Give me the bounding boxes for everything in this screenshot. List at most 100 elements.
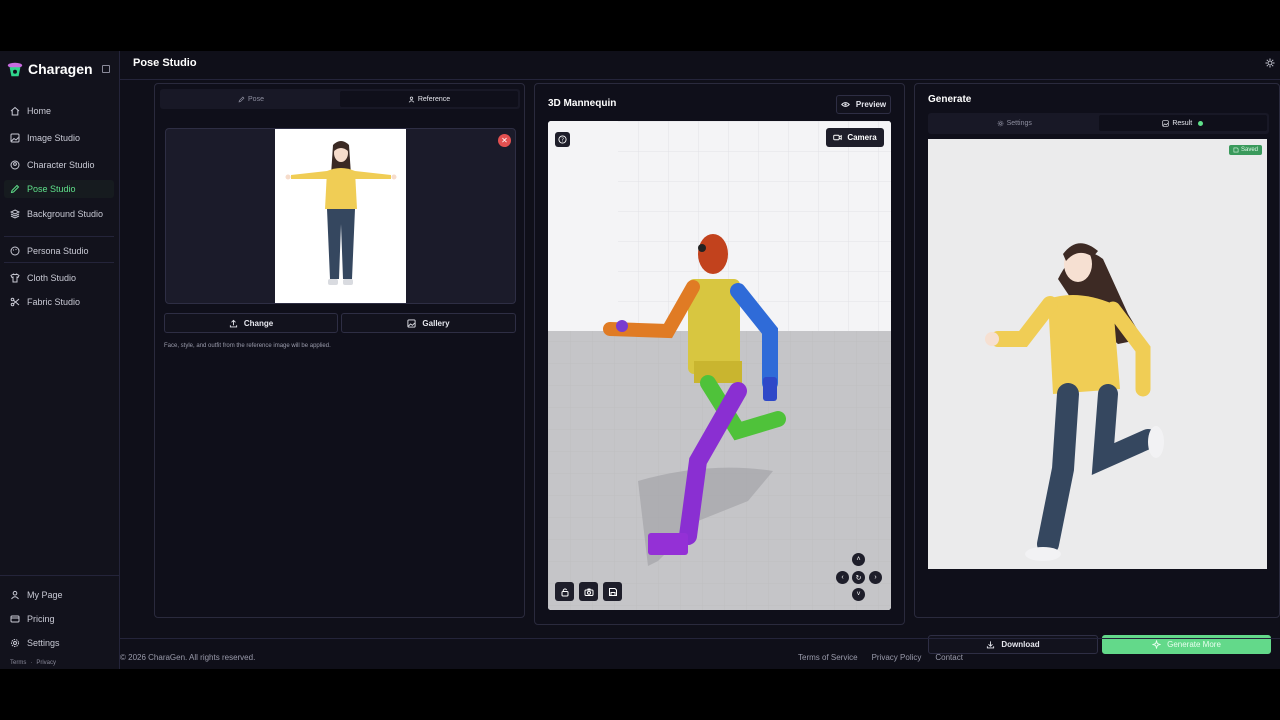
gallery-button[interactable]: Gallery	[341, 313, 516, 333]
reference-character-drawing	[285, 141, 397, 285]
tab-pose[interactable]: Pose	[162, 91, 340, 107]
footer-links: Terms of Service Privacy Policy Contact	[798, 653, 963, 662]
result-character-drawing	[928, 139, 1267, 569]
tab-result[interactable]: Result	[1098, 115, 1267, 131]
result-ready-dot	[1198, 120, 1204, 126]
reference-panel: Pose Reference ✕ Change Gallery Face, st…	[154, 83, 525, 618]
pose-reference-tabs: Pose Reference	[160, 89, 520, 109]
sidebar-item-image-studio[interactable]: Image Studio	[4, 129, 114, 147]
svg-text:?: ?	[561, 138, 564, 144]
chevron-down-icon[interactable]: ˅	[852, 588, 865, 601]
sidebar-item-fabric-studio[interactable]: Fabric Studio	[4, 293, 114, 311]
chevron-left-icon[interactable]: ‹	[836, 571, 849, 584]
preview-label: Preview	[855, 100, 887, 109]
change-button[interactable]: Change	[164, 313, 338, 333]
sidebar-divider	[4, 236, 114, 237]
snapshot-button[interactable]	[579, 582, 598, 601]
3d-viewport[interactable]: ? Camera ˄ ‹ ↻ › ˅	[548, 121, 891, 610]
brand[interactable]: Charagen	[6, 60, 110, 78]
saved-badge: Saved	[1228, 145, 1262, 155]
sidebar-item-cloth-studio[interactable]: Cloth Studio	[4, 269, 114, 287]
gallery-label: Gallery	[422, 318, 450, 328]
image-icon	[407, 318, 416, 328]
page-title: Pose Studio	[133, 57, 197, 69]
video-camera-icon	[833, 134, 843, 141]
sidebar-item-persona-studio[interactable]: Persona Studio	[4, 242, 114, 260]
sidebar-footer-divider	[0, 575, 120, 576]
save-icon	[1233, 147, 1239, 153]
image-icon	[1162, 119, 1169, 127]
settings-result-tabs: Settings Result	[928, 113, 1269, 134]
app-name: Charagen	[28, 61, 93, 77]
saved-label: Saved	[1240, 147, 1258, 153]
layers-icon	[10, 209, 20, 219]
gear-icon	[997, 120, 1003, 126]
help-button[interactable]: ?	[555, 132, 570, 147]
scissors-icon	[10, 297, 20, 307]
footer-link-terms[interactable]: Terms of Service	[798, 653, 858, 662]
tab-reference[interactable]: Reference	[340, 91, 518, 107]
lock-button[interactable]	[555, 582, 574, 601]
sidebar-item-label: Character Studio	[27, 160, 95, 170]
footer-link-contact[interactable]: Contact	[935, 653, 963, 662]
sidebar-item-pose-studio[interactable]: Pose Studio	[4, 180, 114, 198]
sidebar-item-home[interactable]: Home	[4, 102, 114, 120]
pencil-icon	[238, 96, 245, 102]
user-icon	[408, 96, 415, 103]
sidebar-item-pricing[interactable]: Pricing	[4, 610, 114, 628]
sidebar-item-my-page[interactable]: My Page	[4, 586, 114, 604]
sidebar-item-label: Home	[27, 106, 52, 116]
tab-label: Result	[1172, 119, 1193, 127]
sidebar-legal: Terms · Privacy	[10, 660, 56, 666]
generate-panel: Generate Settings Result Saved Download …	[914, 83, 1280, 654]
save-icon	[608, 587, 617, 596]
chevron-up-icon[interactable]: ˄	[852, 553, 865, 566]
chevron-right-icon[interactable]: ›	[869, 571, 882, 584]
change-label: Change	[243, 318, 274, 328]
sidebar-item-label: Persona Studio	[27, 246, 89, 256]
gear-icon	[11, 639, 19, 647]
tab-settings[interactable]: Settings	[930, 115, 1099, 131]
generate-title: Generate	[928, 94, 972, 105]
user-icon	[11, 590, 19, 600]
mannequin-scene	[548, 121, 891, 610]
save-pose-button[interactable]	[603, 582, 622, 601]
preview-button[interactable]: Preview	[836, 95, 891, 114]
remove-reference-button[interactable]: ✕	[498, 134, 511, 147]
sidebar-item-settings[interactable]: Settings	[4, 634, 114, 652]
charagen-logo-icon	[7, 62, 23, 77]
terms-link[interactable]: Terms	[10, 660, 26, 666]
tab-label: Settings	[1006, 119, 1032, 127]
sidebar-collapse-icon[interactable]	[101, 65, 110, 73]
home-icon	[10, 106, 20, 116]
lock-icon	[561, 587, 568, 596]
help-icon: ?	[558, 135, 567, 144]
result-image[interactable]: Saved	[928, 139, 1267, 569]
shirt-icon	[10, 273, 20, 283]
footer-link-privacy[interactable]: Privacy Policy	[872, 653, 922, 662]
legal-separator: ·	[30, 660, 33, 666]
eye-icon	[840, 102, 850, 107]
top-bar: Pose Studio	[120, 51, 1280, 80]
privacy-link[interactable]: Privacy	[36, 660, 56, 666]
sidebar-item-label: My Page	[27, 590, 63, 600]
camera-button[interactable]: Camera	[826, 128, 884, 147]
tab-label: Reference	[417, 95, 451, 103]
sidebar-item-label: Pricing	[27, 614, 55, 624]
reference-image-container: ✕	[165, 128, 516, 304]
sidebar-item-label: Background Studio	[27, 209, 104, 219]
sidebar-item-label: Cloth Studio	[27, 273, 77, 283]
sidebar-item-background-studio[interactable]: Background Studio	[4, 205, 114, 223]
tab-label: Pose	[248, 95, 264, 103]
card-icon	[10, 615, 20, 623]
reset-view-icon[interactable]: ↻	[852, 571, 865, 584]
sidebar-item-label: Settings	[27, 638, 60, 648]
page-footer: © 2026 CharaGen. All rights reserved. Te…	[120, 638, 1280, 669]
sidebar-item-label: Pose Studio	[27, 184, 76, 194]
upload-icon	[229, 319, 237, 327]
sun-icon[interactable]	[1265, 58, 1275, 68]
mannequin-panel: 3D Mannequin Preview ? Camera ˄ ‹ ↻ › ˅	[534, 83, 905, 625]
sidebar: Charagen Home Image Studio Character Stu…	[0, 51, 120, 669]
sidebar-item-character-studio[interactable]: Character Studio	[4, 156, 114, 174]
reference-hint: Face, style, and outfit from the referen…	[164, 343, 331, 349]
